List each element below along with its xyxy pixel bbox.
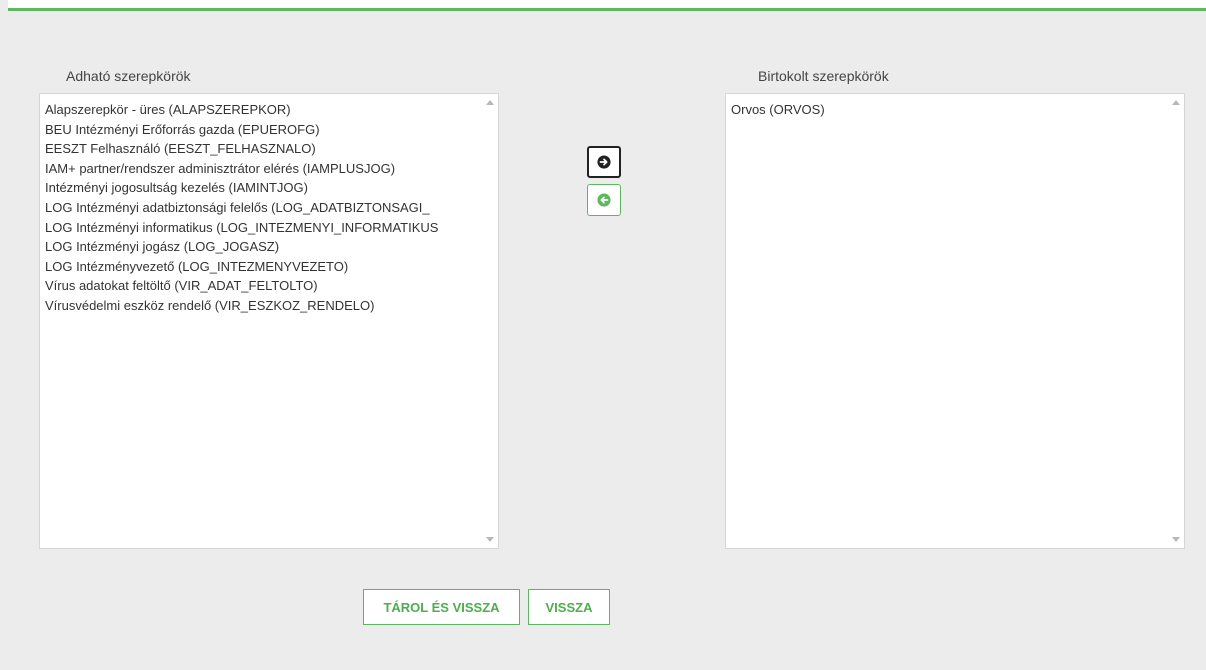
scroll-up-icon[interactable] <box>1172 100 1180 105</box>
available-roles-items: Alapszerepkör - üres (ALAPSZEREPKOR) BEU… <box>40 94 498 316</box>
arrow-circle-left-icon <box>597 193 611 207</box>
arrow-circle-right-icon <box>597 155 611 169</box>
list-item[interactable]: LOG Intézményi informatikus (LOG_INTEZME… <box>45 218 480 238</box>
list-item[interactable]: LOG Intézményvezető (LOG_INTEZMENYVEZETO… <box>45 257 480 277</box>
top-strip <box>8 0 1206 8</box>
owned-roles-label: Birtokolt szerepkörök <box>758 68 889 84</box>
list-item[interactable]: Orvos (ORVOS) <box>731 100 1166 120</box>
list-item[interactable]: LOG Intézményi adatbiztonsági felelős (L… <box>45 198 480 218</box>
move-left-button[interactable] <box>587 184 621 216</box>
available-roles-listbox[interactable]: Alapszerepkör - üres (ALAPSZEREPKOR) BEU… <box>39 93 499 549</box>
list-item[interactable]: EESZT Felhasználó (EESZT_FELHASZNALO) <box>45 139 480 159</box>
list-item[interactable]: Vírusvédelmi eszköz rendelő (VIR_ESZKOZ_… <box>45 296 480 316</box>
save-and-back-button[interactable]: TÁROL ÉS VISSZA <box>363 589 520 625</box>
move-right-button[interactable] <box>587 146 621 178</box>
available-roles-label: Adható szerepkörök <box>66 68 191 84</box>
scroll-up-icon[interactable] <box>486 100 494 105</box>
list-item[interactable]: Alapszerepkör - üres (ALAPSZEREPKOR) <box>45 100 480 120</box>
list-item[interactable]: Vírus adatokat feltöltő (VIR_ADAT_FELTOL… <box>45 276 480 296</box>
list-item[interactable]: LOG Intézményi jogász (LOG_JOGASZ) <box>45 237 480 257</box>
role-assignment-panel: Adható szerepkörök Birtokolt szerepkörök… <box>8 8 1206 670</box>
back-button[interactable]: VISSZA <box>528 589 610 625</box>
available-roles-scrollbar[interactable] <box>481 94 498 548</box>
list-item[interactable]: Intézményi jogosultság kezelés (IAMINTJO… <box>45 178 480 198</box>
owned-roles-scrollbar[interactable] <box>1167 94 1184 548</box>
owned-roles-listbox[interactable]: Orvos (ORVOS) <box>725 93 1185 549</box>
list-item[interactable]: BEU Intézményi Erőforrás gazda (EPUEROFG… <box>45 120 480 140</box>
scroll-down-icon[interactable] <box>1172 537 1180 542</box>
list-item[interactable]: IAM+ partner/rendszer adminisztrátor elé… <box>45 159 480 179</box>
scroll-down-icon[interactable] <box>486 537 494 542</box>
owned-roles-items: Orvos (ORVOS) <box>726 94 1184 120</box>
